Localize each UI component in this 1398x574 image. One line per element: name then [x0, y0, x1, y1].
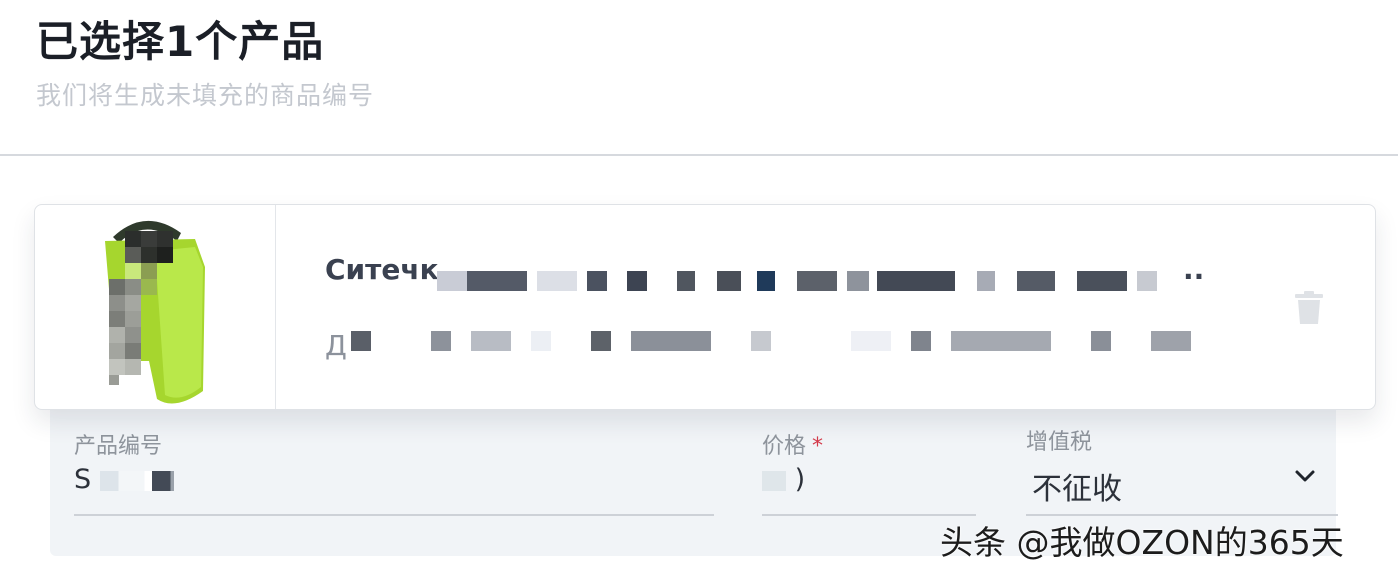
header-divider — [0, 154, 1398, 156]
watermark: 头条 @我做OZON的365天 — [940, 523, 1344, 562]
vat-value: 不征收 — [1032, 472, 1122, 507]
redacted-description-text — [351, 331, 1201, 353]
sku-label: 产品编号 — [74, 434, 163, 459]
redacted-title-text — [437, 271, 1223, 293]
vat-select[interactable]: 增值税 不征收 — [1026, 424, 1338, 516]
page-title: 已选择1个产品 — [36, 17, 325, 66]
product-title[interactable]: Ситечк — [325, 253, 439, 286]
price-field[interactable]: 价格 * ) — [762, 428, 976, 516]
product-title-ellipsis: .. — [1183, 253, 1205, 286]
required-mark: * — [812, 434, 824, 459]
product-card: Ситечк .. Д — [34, 204, 1376, 410]
price-value[interactable]: ) — [762, 464, 805, 495]
sku-field[interactable]: 产品编号 S — [74, 428, 714, 516]
vat-label: 增值税 — [1026, 430, 1093, 455]
product-description: Д — [325, 329, 347, 362]
sku-underline — [74, 514, 714, 516]
page-subtitle: 我们将生成未填充的商品编号 — [36, 81, 375, 110]
trash-icon[interactable] — [1293, 291, 1325, 325]
product-thumbnail — [35, 205, 276, 409]
product-image — [105, 220, 205, 404]
redacted-block — [762, 470, 786, 491]
chevron-down-icon[interactable] — [1294, 468, 1316, 484]
sku-value[interactable]: S — [74, 464, 174, 495]
price-label: 价格 * — [762, 434, 824, 459]
redacted-block — [99, 470, 174, 491]
